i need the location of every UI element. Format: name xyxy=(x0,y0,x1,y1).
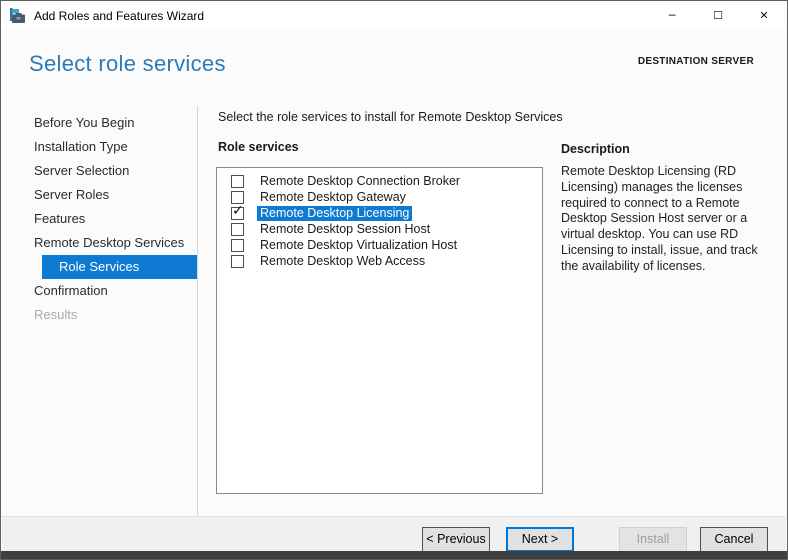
install-button[interactable]: Install xyxy=(619,527,687,552)
description-title: Description xyxy=(561,142,630,156)
minimize-button[interactable]: ─ xyxy=(649,1,695,30)
nav-item-before-you-begin[interactable]: Before You Begin xyxy=(2,111,197,135)
next-button[interactable]: Next > xyxy=(506,527,574,552)
title-bar: Add Roles and Features Wizard ─ ☐ ✕ xyxy=(1,1,787,30)
list-item-selected[interactable]: ✓ Remote Desktop Licensing xyxy=(217,202,542,221)
cancel-button[interactable]: Cancel xyxy=(700,527,768,552)
footer-bar: < Previous Next > Install Cancel xyxy=(2,516,786,553)
description-body: Remote Desktop Licensing (RD Licensing) … xyxy=(561,164,758,273)
nav-item-role-services[interactable]: Role Services xyxy=(42,255,197,279)
wizard-steps-nav: Before You Begin Installation Type Serve… xyxy=(2,111,197,327)
nav-separator xyxy=(197,106,198,516)
list-item[interactable]: Remote Desktop Session Host xyxy=(217,221,542,237)
role-services-listbox: Remote Desktop Connection Broker Remote … xyxy=(216,167,543,494)
maximize-button[interactable]: ☐ xyxy=(695,1,741,30)
nav-item-server-roles[interactable]: Server Roles xyxy=(2,183,197,207)
checkbox-unchecked[interactable] xyxy=(231,254,244,268)
window-controls: ─ ☐ ✕ xyxy=(649,1,787,30)
wizard-header: Select role services DESTINATION SERVER xyxy=(2,30,786,106)
list-item[interactable]: Remote Desktop Connection Broker xyxy=(217,173,542,189)
window-title: Add Roles and Features Wizard xyxy=(34,8,205,23)
nav-item-remote-desktop-services[interactable]: Remote Desktop Services xyxy=(2,231,197,255)
checkbox-unchecked[interactable] xyxy=(231,174,244,188)
checkbox-unchecked[interactable] xyxy=(231,238,244,252)
app-icon xyxy=(10,7,25,23)
page-title: Select role services xyxy=(29,51,226,76)
list-item[interactable]: Remote Desktop Web Access xyxy=(217,253,542,269)
nav-item-confirmation[interactable]: Confirmation xyxy=(2,279,197,303)
wizard-window: Add Roles and Features Wizard ─ ☐ ✕ Sele… xyxy=(0,0,788,560)
nav-item-features[interactable]: Features xyxy=(2,207,197,231)
previous-button[interactable]: < Previous xyxy=(422,527,490,552)
nav-item-server-selection[interactable]: Server Selection xyxy=(2,159,197,183)
role-services-label: Role services xyxy=(218,140,299,154)
nav-item-results: Results xyxy=(34,307,78,322)
checkmark-icon: ✓ xyxy=(232,202,244,219)
close-button[interactable]: ✕ xyxy=(741,1,787,30)
window-bottom-edge xyxy=(1,551,787,559)
checkbox-checked[interactable]: ✓ xyxy=(231,202,244,220)
checkbox-unchecked[interactable] xyxy=(231,222,244,236)
checkbox-unchecked[interactable] xyxy=(231,190,244,204)
list-item[interactable]: Remote Desktop Gateway xyxy=(217,189,542,205)
nav-item-installation-type[interactable]: Installation Type xyxy=(2,135,197,159)
list-item[interactable]: Remote Desktop Virtualization Host xyxy=(217,237,542,253)
destination-server-label: DESTINATION SERVER xyxy=(637,56,754,67)
instruction-text: Select the role services to install for … xyxy=(218,110,563,124)
